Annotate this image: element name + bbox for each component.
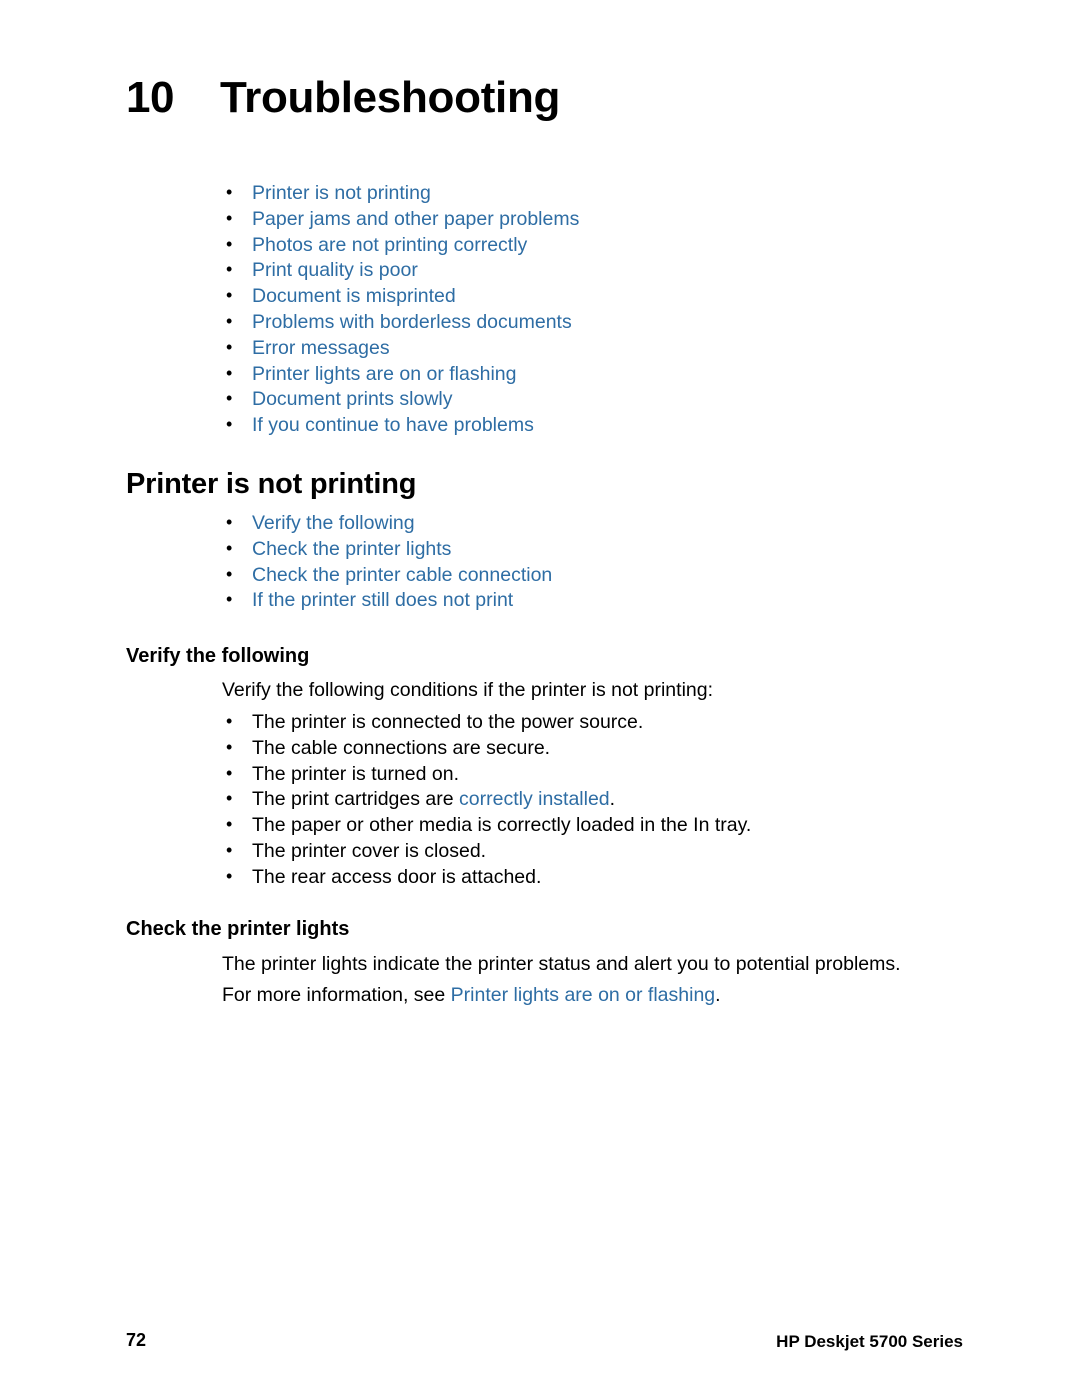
- lights-paragraph-2-prefix: For more information, see: [222, 984, 451, 1006]
- list-item: The paper or other media is correctly lo…: [218, 812, 1018, 839]
- verify-intro-paragraph: Verify the following conditions if the p…: [222, 679, 714, 701]
- toc-link-paper-jams[interactable]: Paper jams and other paper problems: [218, 206, 978, 233]
- list-item-text: The printer is connected to the power so…: [252, 711, 644, 733]
- chapter-title: Troubleshooting: [220, 73, 561, 122]
- section-link-check-cable-connection[interactable]: Check the printer cable connection: [218, 562, 978, 589]
- section-link-still-does-not-print[interactable]: If the printer still does not print: [218, 587, 978, 614]
- chapter-toc-list: Printer is not printing Paper jams and o…: [218, 180, 978, 439]
- section-link-check-printer-lights[interactable]: Check the printer lights: [218, 536, 978, 563]
- list-item-text: The cable connections are secure.: [252, 736, 551, 759]
- list-item: The printer is turned on.: [218, 761, 1018, 788]
- list-item: The print cartridges are correctly insta…: [218, 786, 1018, 813]
- toc-link-continue-problems[interactable]: If you continue to have problems: [218, 412, 978, 439]
- toc-link-error-messages[interactable]: Error messages: [218, 335, 978, 362]
- list-item: The printer cover is closed.: [218, 838, 1018, 865]
- footer-page-number: 72: [126, 1330, 147, 1350]
- toc-link-printer-lights[interactable]: Printer lights are on or flashing: [218, 361, 978, 388]
- section-heading-printer-is-not-printing: Printer is not printing: [126, 468, 417, 500]
- inline-link-printer-lights-on-or-flashing[interactable]: Printer lights are on or flashing: [451, 984, 715, 1006]
- lights-paragraph-1: The printer lights indicate the printer …: [222, 953, 901, 975]
- toc-link-photos-not-printing[interactable]: Photos are not printing correctly: [218, 232, 978, 259]
- toc-link-document-misprinted[interactable]: Document is misprinted: [218, 283, 978, 310]
- chapter-number: 10: [126, 73, 174, 122]
- lights-paragraph-2: For more information, see Printer lights…: [222, 983, 1002, 1009]
- list-item-text: The printer is turned on.: [252, 762, 460, 785]
- verify-conditions-list: The printer is connected to the power so…: [218, 709, 1018, 891]
- toc-link-borderless-documents[interactable]: Problems with borderless documents: [218, 309, 978, 336]
- list-item: The printer is connected to the power so…: [218, 709, 1018, 736]
- subheading-check-the-printer-lights: Check the printer lights: [126, 918, 350, 940]
- list-item-tail: .: [609, 788, 616, 811]
- section-link-verify-the-following[interactable]: Verify the following: [218, 510, 978, 537]
- lights-paragraph-2-tail: .: [715, 984, 721, 1006]
- section-toc-list: Verify the following Check the printer l…: [218, 510, 978, 614]
- toc-link-document-prints-slowly[interactable]: Document prints slowly: [218, 386, 978, 413]
- subheading-verify-the-following: Verify the following: [126, 645, 310, 667]
- inline-link-correctly-installed[interactable]: correctly installed: [459, 788, 610, 810]
- list-item: The cable connections are secure.: [218, 735, 1018, 762]
- list-item: The rear access door is attached.: [218, 864, 1018, 891]
- document-page: 10 Troubleshooting Printer is not printi…: [0, 0, 1080, 1397]
- list-item-text: The printer cover is closed.: [252, 839, 487, 862]
- list-item-text: The paper or other media is correctly lo…: [252, 814, 752, 837]
- toc-link-printer-is-not-printing[interactable]: Printer is not printing: [218, 180, 978, 207]
- list-item-text: The print cartridges are: [252, 788, 460, 811]
- footer-product-name: HP Deskjet 5700 Series: [776, 1332, 963, 1351]
- list-item-text: The rear access door is attached.: [252, 865, 542, 888]
- chapter-heading: 10 Troubleshooting: [126, 76, 560, 120]
- toc-link-print-quality-poor[interactable]: Print quality is poor: [218, 257, 978, 284]
